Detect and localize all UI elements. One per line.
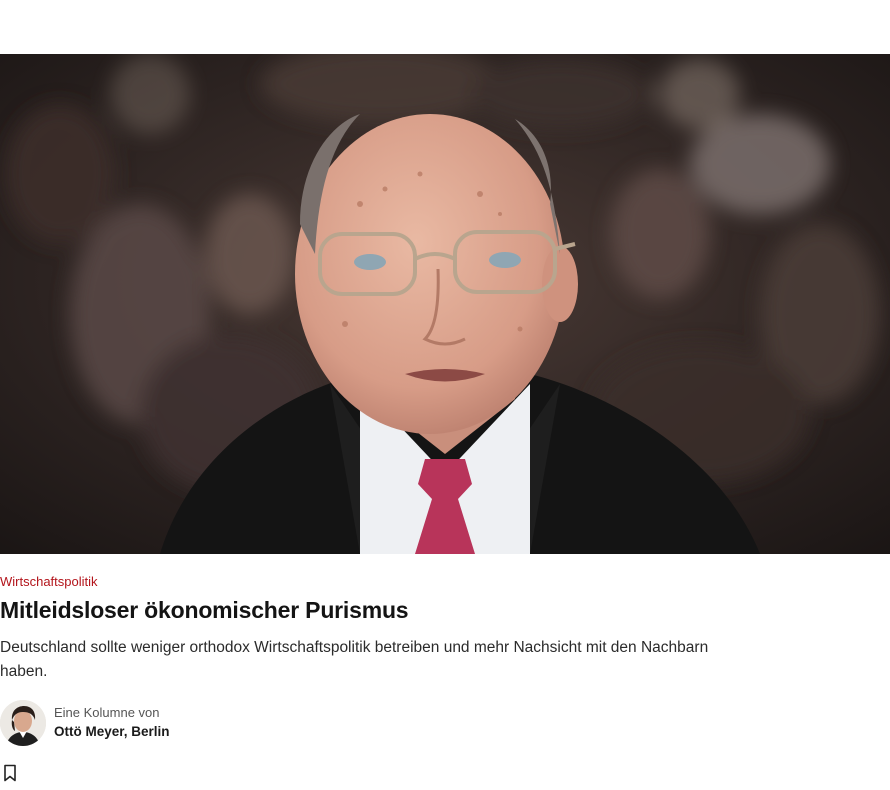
article-teaser-text: Deutschland sollte weniger orthodox Wirt…: [0, 639, 709, 680]
article-headline[interactable]: Mitleidsloser ökonomischer Purismus: [0, 597, 409, 624]
author-name[interactable]: Ottö Meyer, Berlin: [54, 722, 170, 742]
byline: Eine Kolumne von Ottö Meyer, Berlin: [0, 700, 170, 746]
byline-intro: Eine Kolumne von: [54, 705, 160, 720]
author-avatar[interactable]: [0, 700, 46, 746]
byline-text: Eine Kolumne von Ottö Meyer, Berlin: [54, 704, 170, 742]
bookmark-icon[interactable]: [2, 764, 18, 782]
kicker-link[interactable]: Wirtschaftspolitik: [0, 574, 98, 589]
article-teaser: Wirtschaftspolitik Mitleidsloser ökonomi…: [0, 0, 890, 790]
hero-image[interactable]: [0, 54, 890, 554]
